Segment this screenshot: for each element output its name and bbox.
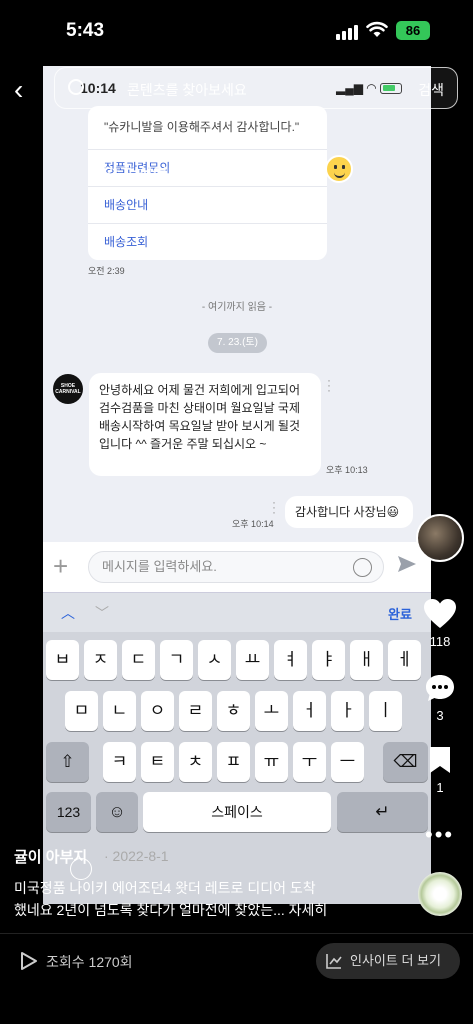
insight-button[interactable]: 인사이트 더 보기 [316, 943, 460, 979]
search-icon [68, 79, 84, 95]
keyboard-toolbar: ︿ ﹀ 완료 [43, 592, 431, 632]
search-button[interactable]: 검색 [418, 80, 444, 100]
view-count: 조회수 1270회 [46, 954, 133, 970]
key[interactable]: ㄱ [160, 640, 193, 680]
overlay-caption: 갖고 싶었던 뉴스 [104, 167, 216, 184]
back-icon[interactable]: ‹ [14, 74, 23, 106]
globe-icon [70, 858, 92, 880]
keyboard: ㅂ ㅈ ㄷ ㄱ ㅅ ㅛ ㅕ ㅑ ㅐ ㅔ ㅁ ㄴ ㅇ ㄹ ㅎ ㅗ ㅓ ㅏ ㅣ ⇧ … [43, 632, 431, 904]
done-button[interactable]: 완료 [388, 604, 412, 623]
key[interactable]: ㅓ [293, 691, 326, 731]
key[interactable]: ㄹ [179, 691, 212, 731]
key[interactable]: ㅔ [388, 640, 421, 680]
space-key[interactable]: 스페이스 [143, 792, 331, 832]
plus-icon[interactable]: + [53, 551, 68, 582]
emoji-key[interactable]: ☺ [96, 792, 138, 832]
message-input[interactable]: 메시지를 입력하세요. [88, 551, 384, 583]
key[interactable]: ㅏ [331, 691, 364, 731]
read-divider: - 여기까지 읽음 - [201, 302, 273, 313]
views-row: 조회수 1270회 인사이트 더 보기 [0, 933, 473, 993]
key[interactable]: ㅗ [255, 691, 288, 731]
search-placeholder: 콘텐츠를 찾아보세요 [127, 82, 247, 98]
incoming-time: 오후 10:13 [326, 465, 368, 475]
incoming-more-icon[interactable]: · · · [327, 374, 331, 396]
key[interactable]: ㄷ [122, 640, 155, 680]
outgoing-time: 오후 10:14 [232, 519, 274, 529]
more-options-icon[interactable]: ••• [425, 822, 454, 848]
music-avatar[interactable] [418, 872, 462, 916]
message-input-placeholder: 메시지를 입력하세요. [102, 559, 217, 574]
key[interactable]: ㅌ [141, 742, 174, 782]
post-date: · 2022-8-1 [104, 848, 169, 864]
bookmarks-count: 1 [436, 780, 444, 795]
key[interactable]: ㅠ [255, 742, 288, 782]
message-input-bar: + 메시지를 입력하세요. [43, 542, 431, 592]
numbers-key[interactable]: 123 [46, 792, 91, 832]
key[interactable]: ㅋ [103, 742, 136, 782]
description-text: 했네요 2년이 넘도록 찾다가 얼마전에 찾았는... [14, 902, 289, 918]
key[interactable]: ㅑ [312, 640, 345, 680]
key[interactable]: ㅣ [369, 691, 402, 731]
key[interactable]: ㅛ [236, 640, 269, 680]
key[interactable]: ㅊ [179, 742, 212, 782]
play-icon [21, 952, 37, 970]
backspace-key[interactable]: ⌫ [383, 742, 428, 782]
key[interactable]: ㅂ [46, 640, 79, 680]
key[interactable]: ㅎ [217, 691, 250, 731]
battery-icon: 86 [396, 21, 430, 40]
shift-key[interactable]: ⇧ [46, 742, 89, 782]
incoming-message: 안녕하세요 어제 물건 저희에게 입고되어 검수검품을 마친 상태이며 월요일날… [89, 373, 321, 476]
notice-time: 오전 2:39 [88, 266, 125, 276]
key[interactable]: ㅕ [274, 640, 307, 680]
notice-text: "슈카니발을 이용해주셔서 감사합니다." [104, 120, 300, 134]
wifi-icon [366, 21, 388, 37]
status-bar: 5:43 86 [0, 0, 473, 62]
key[interactable]: ㄴ [103, 691, 136, 731]
comment-icon[interactable] [424, 673, 456, 703]
key[interactable]: ㅅ [198, 640, 231, 680]
comments-count: 3 [436, 708, 444, 723]
description-line-2: 했네요 2년이 넘도록 찾다가 얼마전에 찾았는... 자세히 [14, 900, 409, 920]
signal-icon [336, 24, 360, 40]
key[interactable]: ㅡ [331, 742, 364, 782]
creator-avatar[interactable] [416, 514, 464, 562]
emoji-icon[interactable] [353, 558, 372, 577]
key[interactable]: ㅐ [350, 640, 383, 680]
outgoing-message: 감사합니다 사장님😃 [285, 496, 413, 528]
status-time: 5:43 [66, 20, 105, 41]
key[interactable]: ㅜ [293, 742, 326, 782]
likes-count: 118 [429, 634, 451, 649]
search-bar[interactable]: 콘텐츠를 찾아보세요 검색 [54, 67, 458, 109]
send-icon[interactable] [396, 553, 418, 575]
key[interactable]: ㅁ [65, 691, 98, 731]
return-key[interactable]: ↵ [337, 792, 428, 832]
key[interactable]: ㅍ [217, 742, 250, 782]
chart-icon [326, 954, 342, 969]
date-pill: 7. 23.(토) [208, 333, 267, 353]
chevron-down-icon[interactable]: ﹀ [95, 603, 109, 623]
shop-avatar[interactable]: SHOE CARNIVAL [53, 374, 83, 404]
outgoing-more-icon[interactable]: · · · [272, 496, 276, 518]
link-shipping-tracking[interactable]: 배송조회 [88, 223, 327, 260]
video-frame[interactable]: 10:14 ▂▄▆ ◠ "슈카니발을 이용해주셔서 감사합니다." 정품관련문의… [43, 66, 431, 904]
smiley-sticker-icon [325, 155, 353, 183]
heart-icon[interactable] [423, 598, 457, 630]
key[interactable]: ㅇ [141, 691, 174, 731]
insight-label: 인사이트 더 보기 [350, 953, 441, 968]
key[interactable]: ㅈ [84, 640, 117, 680]
description-line-1: 미국정품 나이키 에어조던4 왓더 레트로 디디어 도착 [14, 880, 316, 896]
bookmark-icon[interactable] [429, 746, 451, 774]
link-shipping-guide[interactable]: 배송안내 [88, 186, 327, 223]
more-link[interactable]: 자세히 [289, 902, 328, 918]
chevron-up-icon[interactable]: ︿ [61, 603, 75, 623]
